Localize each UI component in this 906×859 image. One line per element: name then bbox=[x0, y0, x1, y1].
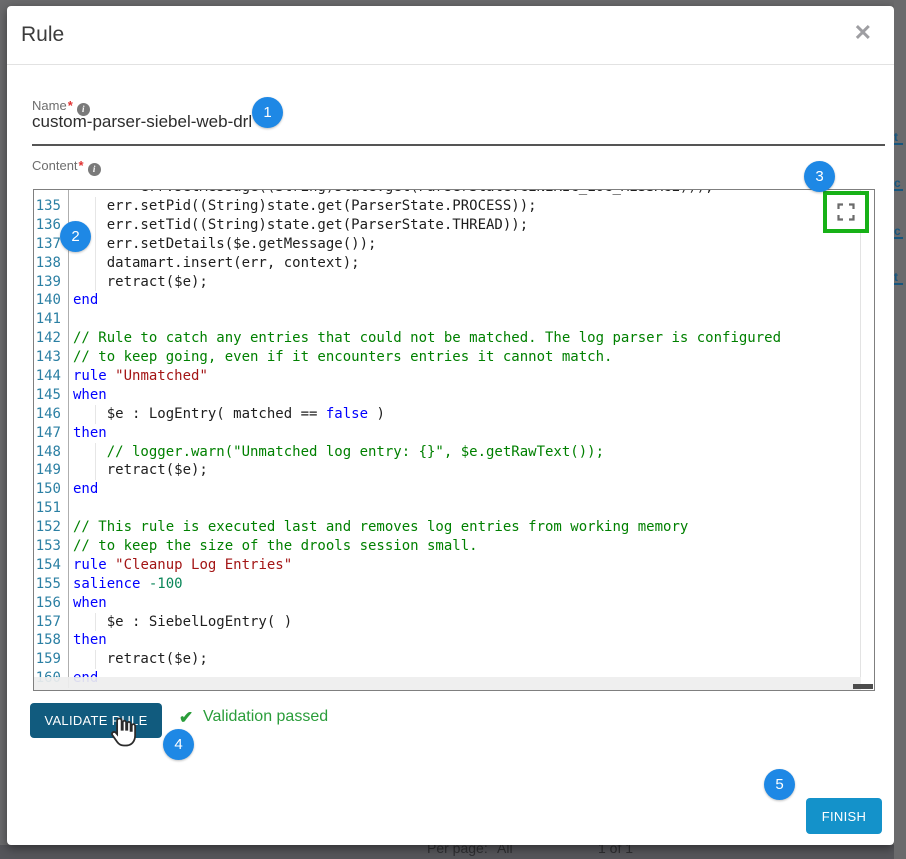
fullscreen-icon[interactable] bbox=[836, 202, 856, 222]
scrollbar-thumb[interactable] bbox=[853, 684, 873, 689]
info-icon[interactable]: i bbox=[88, 163, 101, 176]
link-fragment: t bbox=[894, 133, 903, 145]
code-lines[interactable]: err.setMessage((String)state.get(ParserS… bbox=[34, 190, 860, 690]
per-page-label: Per page: bbox=[427, 845, 488, 856]
code-line[interactable]: 153// to keep the size of the drools ses… bbox=[34, 537, 860, 556]
validation-passed-message: Validation passed bbox=[203, 708, 328, 726]
line-number: 159 bbox=[34, 650, 69, 669]
rule-modal: Rule ✕ Name*i custom-parser-siebel-web-d… bbox=[7, 6, 894, 845]
line-number: 152 bbox=[34, 518, 69, 537]
code-line[interactable]: 139 retract($e); bbox=[34, 273, 860, 292]
code-line[interactable]: 151 bbox=[34, 499, 860, 518]
code-line[interactable]: 158then bbox=[34, 631, 860, 650]
line-number: 158 bbox=[34, 631, 69, 650]
code-line[interactable]: 157 $e : SiebelLogEntry( ) bbox=[34, 613, 860, 632]
screen: Per page: All 1 of 1 t c c t Rule ✕ Name… bbox=[0, 0, 906, 859]
line-number: 142 bbox=[34, 329, 69, 348]
check-icon: ✔ bbox=[179, 708, 193, 728]
code-line[interactable]: 138 datamart.insert(err, context); bbox=[34, 254, 860, 273]
line-number: 154 bbox=[34, 556, 69, 575]
annotation-badge-1: 1 bbox=[252, 97, 283, 128]
line-number: 141 bbox=[34, 310, 69, 329]
line-number: 151 bbox=[34, 499, 69, 518]
link-fragment: c bbox=[894, 179, 903, 191]
code-line[interactable]: 143// to keep going, even if it encounte… bbox=[34, 348, 860, 367]
line-number: 149 bbox=[34, 461, 69, 480]
line-number: 140 bbox=[34, 291, 69, 310]
annotation-badge-2: 2 bbox=[60, 221, 91, 252]
cursor-icon bbox=[107, 713, 143, 751]
line-number: 148 bbox=[34, 443, 69, 462]
name-input[interactable]: custom-parser-siebel-web-drl bbox=[32, 112, 252, 132]
line-number: 145 bbox=[34, 386, 69, 405]
line-number: 144 bbox=[34, 367, 69, 386]
code-line[interactable]: 141 bbox=[34, 310, 860, 329]
code-line[interactable]: 150end bbox=[34, 480, 860, 499]
code-line[interactable]: 154rule "Cleanup Log Entries" bbox=[34, 556, 860, 575]
pagination-label: 1 of 1 bbox=[598, 845, 633, 856]
line-number: 156 bbox=[34, 594, 69, 613]
line-number: 157 bbox=[34, 613, 69, 632]
line-number: 150 bbox=[34, 480, 69, 499]
code-line[interactable]: 148 // logger.warn("Unmatched log entry:… bbox=[34, 443, 860, 462]
line-number: 153 bbox=[34, 537, 69, 556]
close-icon[interactable]: ✕ bbox=[854, 22, 872, 44]
name-input-underline bbox=[32, 144, 885, 146]
code-line[interactable]: 136 err.setTid((String)state.get(ParserS… bbox=[34, 216, 860, 235]
line-number: 139 bbox=[34, 273, 69, 292]
code-line[interactable]: 156when bbox=[34, 594, 860, 613]
required-asterisk: * bbox=[68, 98, 73, 113]
annotation-badge-3: 3 bbox=[804, 161, 835, 192]
code-line[interactable]: 135 err.setPid((String)state.get(ParserS… bbox=[34, 197, 860, 216]
code-line[interactable]: 140end bbox=[34, 291, 860, 310]
code-line[interactable]: 144rule "Unmatched" bbox=[34, 367, 860, 386]
annotation-badge-5: 5 bbox=[764, 769, 795, 800]
per-page-value: All bbox=[497, 845, 513, 856]
horizontal-scrollbar[interactable] bbox=[34, 677, 861, 690]
code-line[interactable]: 147then bbox=[34, 424, 860, 443]
line-number: 138 bbox=[34, 254, 69, 273]
required-asterisk: * bbox=[79, 158, 84, 173]
dimmed-page-bottom-bar: Per page: All 1 of 1 bbox=[0, 845, 906, 859]
line-number: 135 bbox=[34, 197, 69, 216]
header-divider bbox=[7, 64, 894, 65]
code-line[interactable]: err.setMessage((String)state.get(ParserS… bbox=[34, 190, 860, 197]
annotation-badge-4: 4 bbox=[163, 729, 194, 760]
code-line[interactable]: 145when bbox=[34, 386, 860, 405]
content-code-editor[interactable]: err.setMessage((String)state.get(ParserS… bbox=[33, 189, 875, 691]
code-line[interactable]: 159 retract($e); bbox=[34, 650, 860, 669]
code-line[interactable]: 142// Rule to catch any entries that cou… bbox=[34, 329, 860, 348]
code-line[interactable]: 155salience -100 bbox=[34, 575, 860, 594]
fullscreen-highlight-box bbox=[823, 191, 869, 233]
vertical-scrollbar[interactable] bbox=[860, 190, 874, 677]
code-line[interactable]: 149 retract($e); bbox=[34, 461, 860, 480]
line-number: 143 bbox=[34, 348, 69, 367]
line-number bbox=[34, 190, 69, 197]
finish-button[interactable]: FINISH bbox=[806, 798, 882, 834]
link-fragment: c bbox=[894, 227, 903, 239]
line-number: 147 bbox=[34, 424, 69, 443]
content-field-label: Content*i bbox=[32, 158, 101, 176]
code-line[interactable]: 146 $e : LogEntry( matched == false ) bbox=[34, 405, 860, 424]
dimmed-page-right-edge: t c c t bbox=[894, 0, 906, 859]
link-fragment: t bbox=[894, 273, 903, 285]
line-number: 146 bbox=[34, 405, 69, 424]
modal-title: Rule bbox=[21, 23, 64, 47]
code-line[interactable]: 152// This rule is executed last and rem… bbox=[34, 518, 860, 537]
line-number: 155 bbox=[34, 575, 69, 594]
code-line[interactable]: 137 err.setDetails($e.getMessage()); bbox=[34, 235, 860, 254]
